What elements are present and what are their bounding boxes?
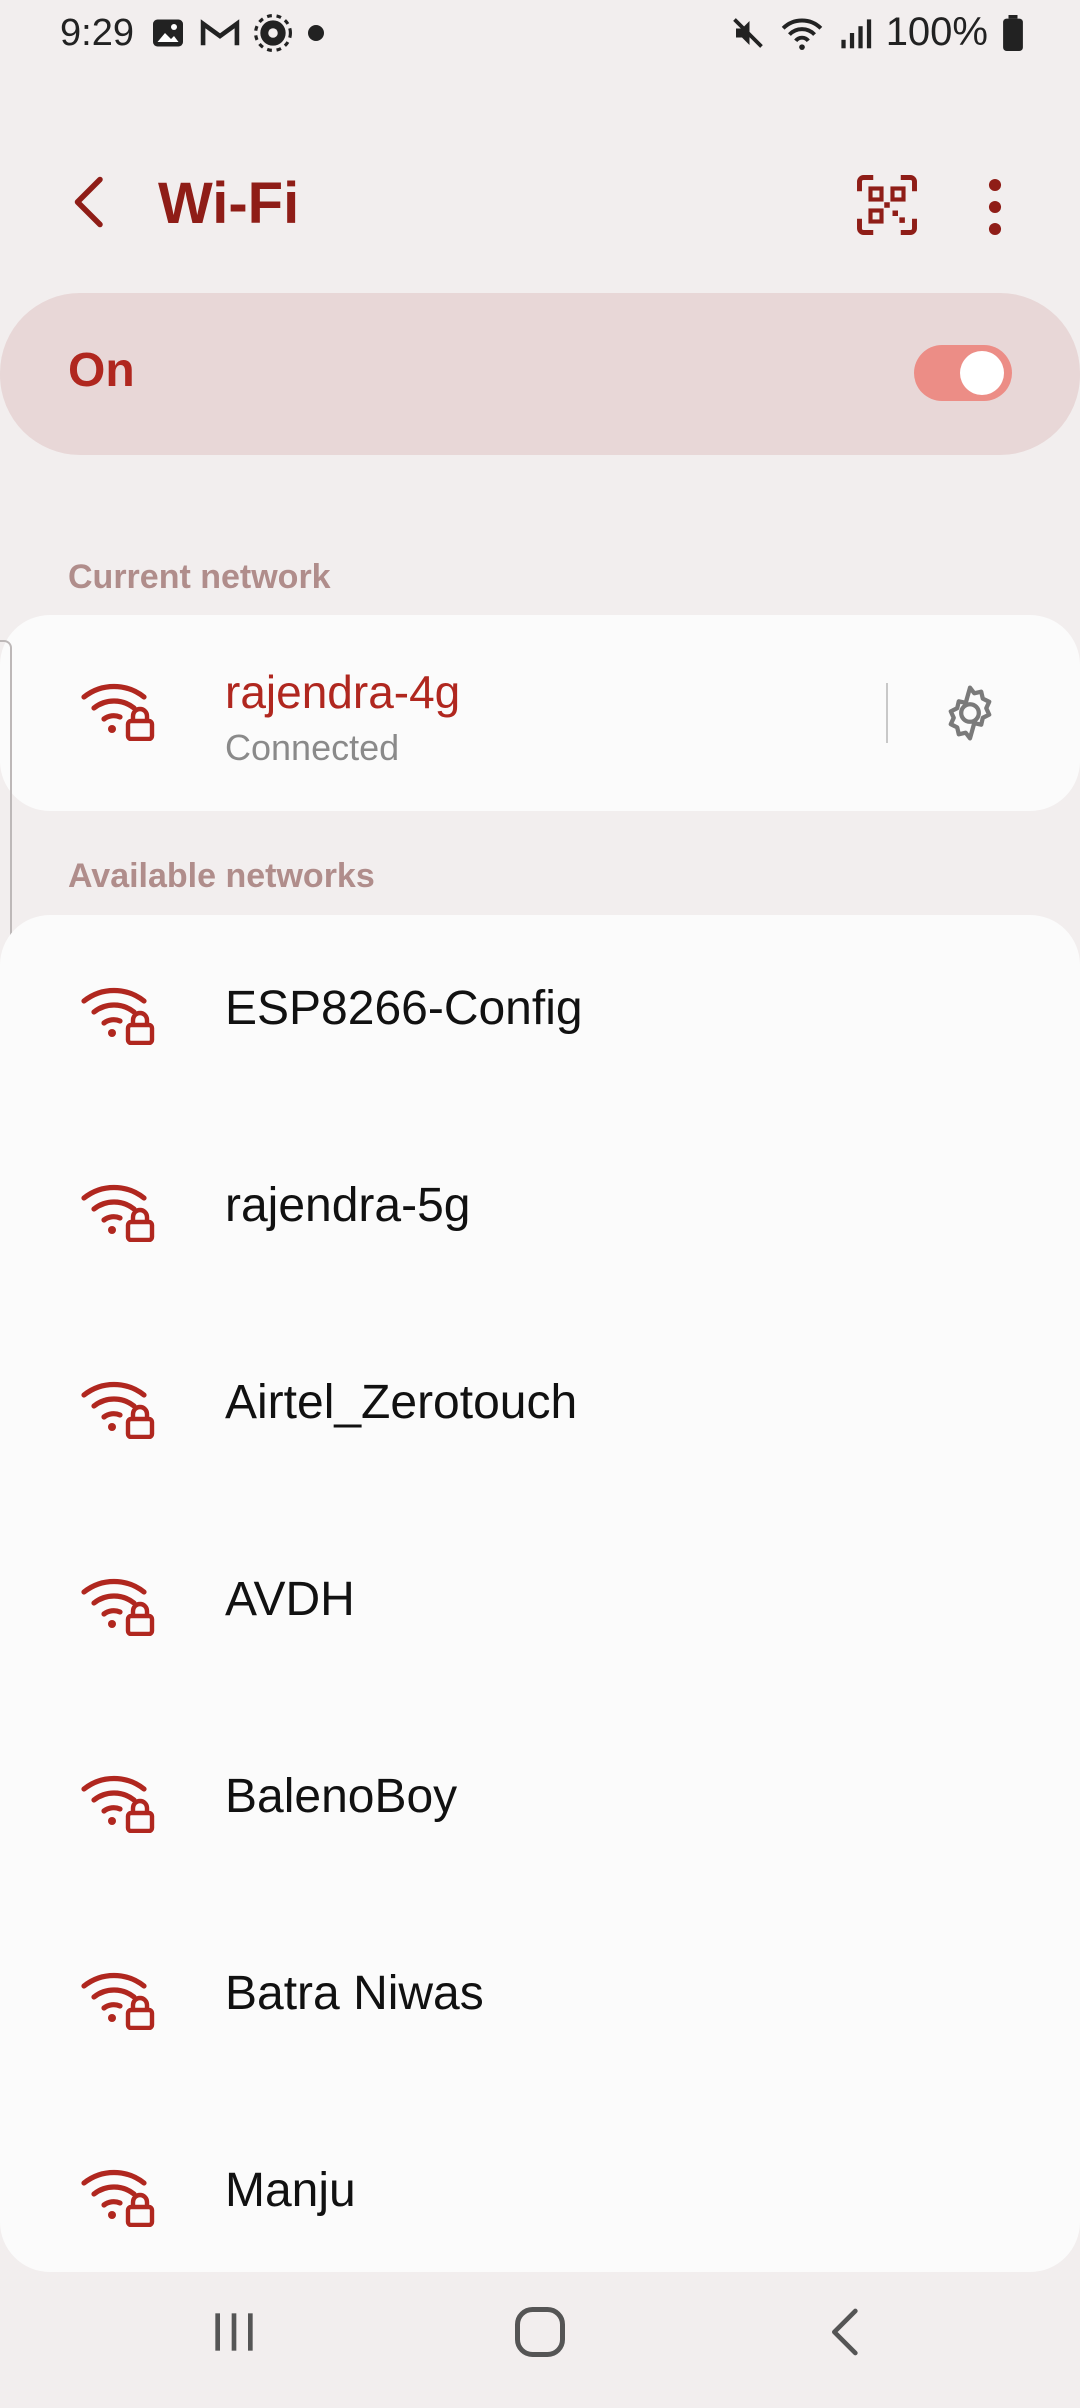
- network-name: ESP8266-Config: [225, 982, 583, 1035]
- wifi-lock-icon: [81, 1775, 155, 1833]
- battery-percentage: 100%: [885, 10, 988, 54]
- dot-icon: [308, 25, 324, 41]
- notification-icons: [150, 14, 326, 52]
- current-network-header: Current network: [68, 558, 331, 596]
- wifi-lock-icon: [81, 1578, 155, 1636]
- gallery-icon: [153, 19, 183, 47]
- qr-scan-icon[interactable]: [854, 172, 920, 238]
- network-name: rajendra-5g: [225, 1179, 471, 1232]
- status-bar: 9:29 100%: [0, 0, 1080, 70]
- wifi-settings-screen: 9:29 100% Wi-Fi On Current network rajen…: [0, 0, 1080, 2408]
- wifi-toggle-switch[interactable]: [914, 345, 1012, 401]
- toggle-knob: [960, 351, 1004, 395]
- network-name: Manju: [225, 2164, 356, 2217]
- current-network-status: Connected: [225, 727, 400, 768]
- wifi-signal-icon: [781, 18, 822, 50]
- nav-back-icon[interactable]: [818, 2304, 874, 2360]
- wifi-master-toggle-row[interactable]: On: [0, 293, 1080, 455]
- home-icon[interactable]: [510, 2302, 570, 2362]
- network-row[interactable]: rajendra-5g: [0, 1112, 1080, 1309]
- back-button[interactable]: [60, 172, 120, 232]
- divider: [886, 683, 888, 743]
- available-networks-list: ESP8266-Config rajendra-5g Airtel_Zeroto…: [0, 915, 1080, 2272]
- settings-gear-icon: [254, 14, 292, 52]
- network-settings-gear-icon[interactable]: [938, 681, 1002, 745]
- network-name: Airtel_Zerotouch: [225, 1376, 578, 1429]
- recent-apps-icon[interactable]: [206, 2304, 262, 2360]
- wifi-lock-icon: [81, 1184, 155, 1242]
- page-title: Wi-Fi: [158, 171, 300, 236]
- status-time: 9:29: [60, 12, 134, 54]
- app-bar: Wi-Fi: [0, 150, 1080, 260]
- network-row[interactable]: ESP8266-Config: [0, 915, 1080, 1112]
- available-networks-header: Available networks: [68, 857, 375, 895]
- cell-signal-icon: [841, 18, 871, 48]
- battery-icon: [1003, 14, 1023, 51]
- wifi-master-label: On: [68, 344, 135, 397]
- network-row[interactable]: AVDH: [0, 1506, 1080, 1703]
- wifi-lock-icon: [81, 683, 155, 741]
- wifi-lock-icon: [81, 987, 155, 1045]
- mute-icon: [732, 17, 763, 48]
- wifi-lock-icon: [81, 1381, 155, 1439]
- current-network-card[interactable]: rajendra-4g Connected: [0, 615, 1080, 811]
- network-name: Batra Niwas: [225, 1967, 484, 2020]
- network-row[interactable]: Airtel_Zerotouch: [0, 1309, 1080, 1506]
- wifi-lock-icon: [81, 1972, 155, 2030]
- status-right-icons: 100%: [730, 10, 1024, 55]
- current-network-name: rajendra-4g: [225, 666, 461, 718]
- network-row[interactable]: Batra Niwas: [0, 1900, 1080, 2097]
- network-row[interactable]: Manju: [0, 2097, 1080, 2272]
- network-row[interactable]: BalenoBoy: [0, 1703, 1080, 1900]
- gmail-icon: [200, 19, 240, 46]
- network-name: AVDH: [225, 1573, 355, 1626]
- navigation-bar: [0, 2278, 1080, 2408]
- wifi-lock-icon: [81, 2169, 155, 2227]
- more-options-icon[interactable]: [980, 174, 1010, 240]
- network-name: BalenoBoy: [225, 1770, 458, 1823]
